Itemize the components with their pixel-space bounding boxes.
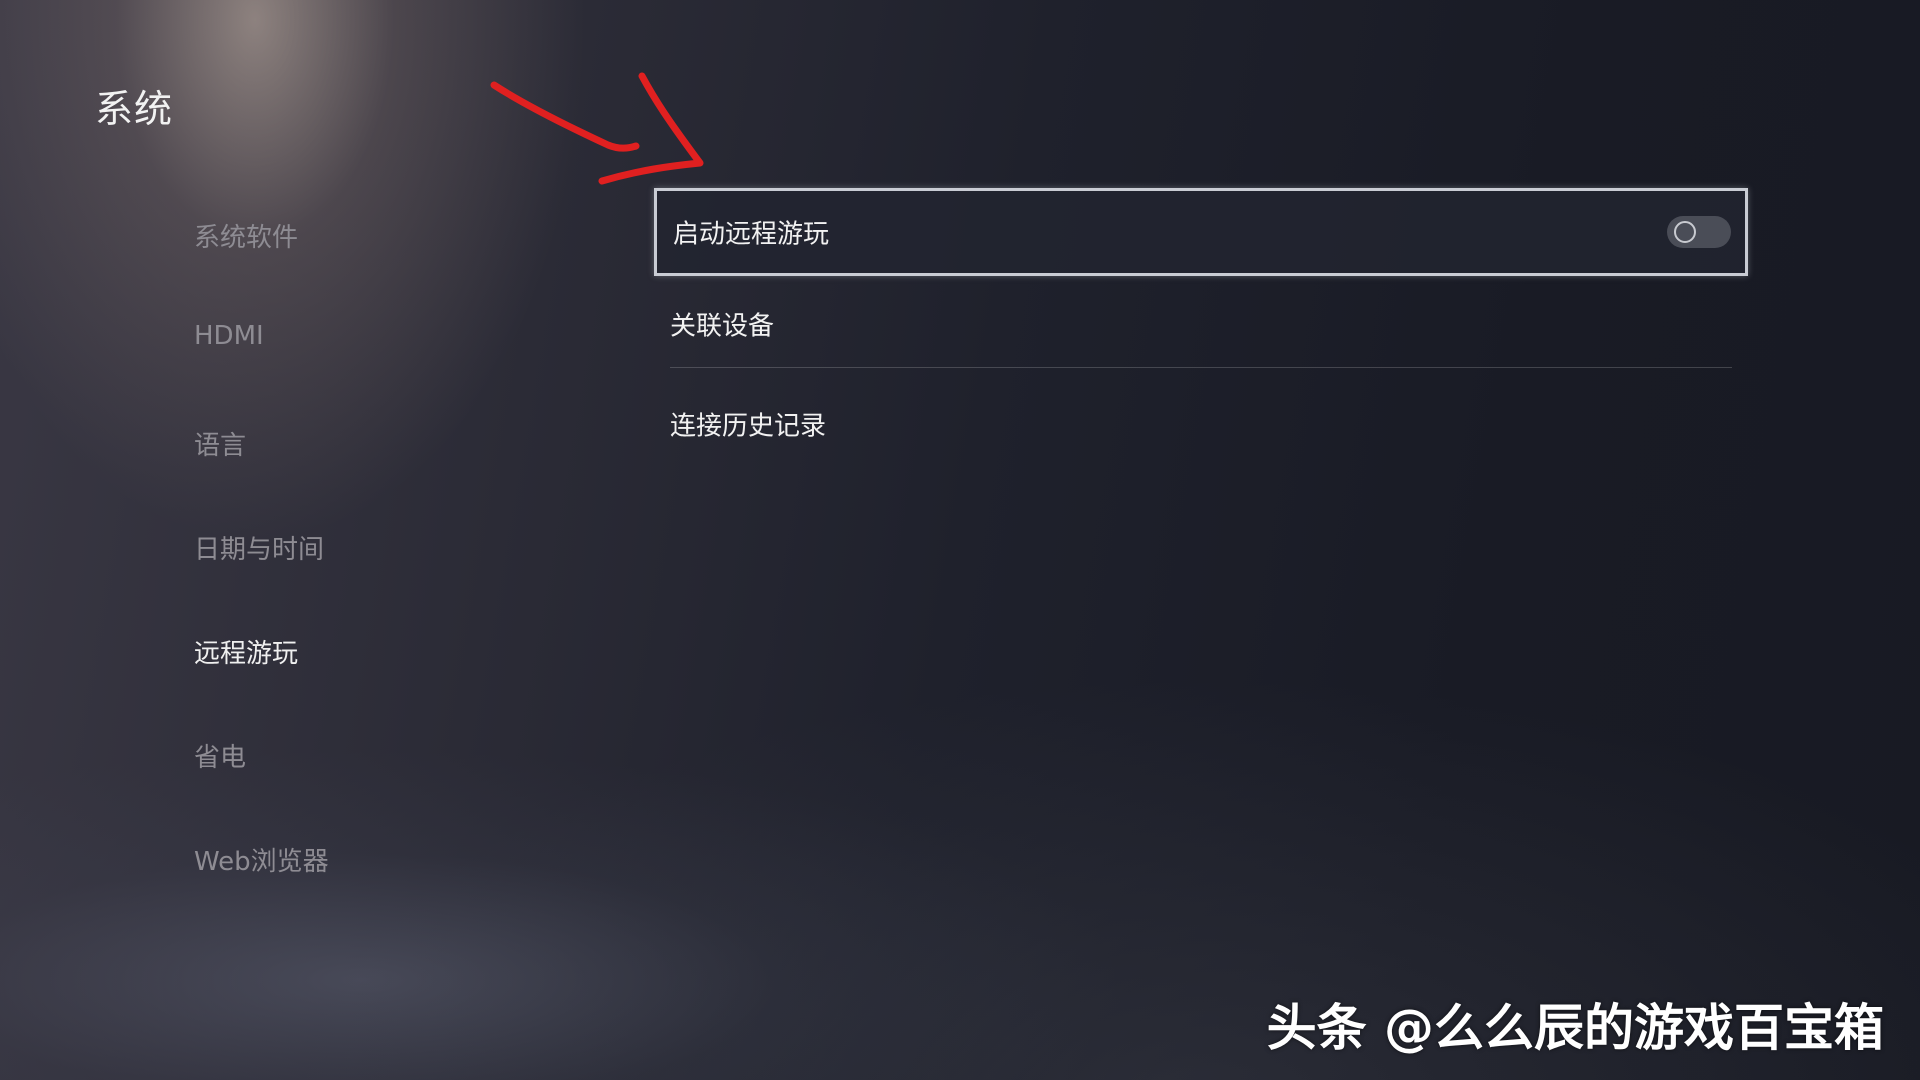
red-arrow-annotation-icon bbox=[490, 72, 704, 185]
remote-play-toggle[interactable] bbox=[1667, 216, 1731, 248]
sidebar-item-hdmi[interactable]: HDMI bbox=[194, 321, 264, 351]
sidebar-item-date-time[interactable]: 日期与时间 bbox=[194, 529, 324, 566]
sidebar-item-power-saving[interactable]: 省电 bbox=[194, 737, 246, 774]
sidebar-item-remote-play[interactable]: 远程游玩 bbox=[194, 633, 298, 670]
toggle-knob bbox=[1674, 221, 1696, 243]
watermark: 头条 @么么辰的游戏百宝箱 bbox=[1266, 999, 1884, 1057]
page-title: 系统 bbox=[95, 87, 174, 131]
sidebar-item-system-software[interactable]: 系统软件 bbox=[194, 217, 298, 254]
setting-linked-devices[interactable]: 关联设备 bbox=[654, 280, 1748, 368]
setting-enable-remote-play[interactable]: 启动远程游玩 bbox=[654, 188, 1748, 276]
setting-connection-history[interactable]: 连接历史记录 bbox=[654, 380, 1748, 468]
divider bbox=[670, 367, 1732, 368]
setting-label: 连接历史记录 bbox=[670, 411, 827, 442]
setting-label: 关联设备 bbox=[670, 311, 775, 342]
sidebar-item-language[interactable]: 语言 bbox=[194, 425, 246, 462]
sidebar-item-web-browser[interactable]: Web浏览器 bbox=[194, 841, 329, 878]
setting-label: 启动远程游玩 bbox=[673, 219, 830, 250]
